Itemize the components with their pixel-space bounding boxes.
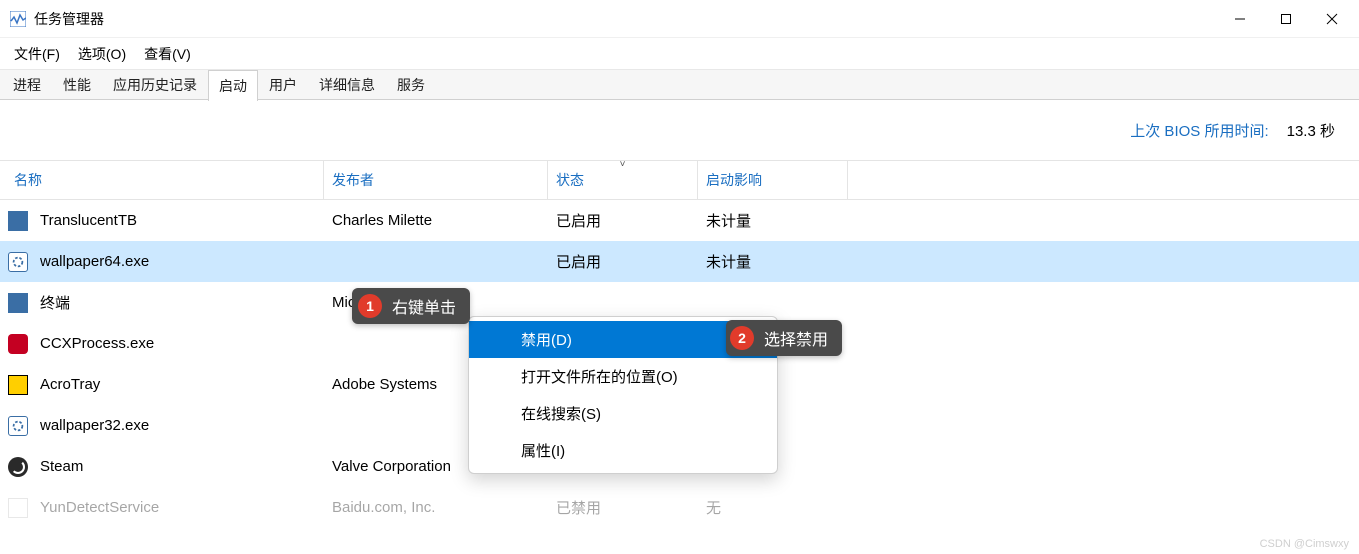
row-name: wallpaper32.exe bbox=[40, 417, 149, 434]
col-impact-label: 启动影响 bbox=[706, 170, 762, 190]
annotation-number: 2 bbox=[730, 326, 754, 350]
col-publisher-label: 发布者 bbox=[332, 170, 374, 190]
ctx-open-location[interactable]: 打开文件所在的位置(O) bbox=[469, 358, 777, 395]
col-name-label: 名称 bbox=[14, 170, 42, 190]
annotation-callout-2: 2 选择禁用 bbox=[726, 320, 842, 356]
row-impact: 无 bbox=[698, 497, 848, 518]
bios-time-row: 上次 BIOS 所用时间: 13.3 秒 bbox=[0, 100, 1359, 160]
tab-startup[interactable]: 启动 bbox=[208, 70, 258, 101]
row-name: 终端 bbox=[40, 292, 70, 313]
app-icon bbox=[8, 293, 28, 313]
annotation-label: 右键单击 bbox=[392, 294, 456, 318]
row-status: 已启用 bbox=[548, 210, 698, 231]
row-publisher: Charles Milette bbox=[324, 212, 548, 229]
tab-details[interactable]: 详细信息 bbox=[308, 69, 386, 100]
menubar: 文件(F) 选项(O) 查看(V) bbox=[0, 38, 1359, 70]
row-publisher: Baidu.com, Inc. bbox=[324, 499, 548, 516]
col-status[interactable]: ˅ 状态 bbox=[548, 161, 698, 199]
menu-file[interactable]: 文件(F) bbox=[6, 40, 68, 68]
app-icon bbox=[8, 211, 28, 231]
app-icon bbox=[8, 457, 28, 477]
row-name: Steam bbox=[40, 458, 83, 475]
row-status: 已禁用 bbox=[548, 497, 698, 518]
table-row[interactable]: TranslucentTB Charles Milette 已启用 未计量 bbox=[0, 200, 1359, 241]
annotation-label: 选择禁用 bbox=[764, 326, 828, 350]
close-button[interactable] bbox=[1309, 0, 1355, 38]
maximize-button[interactable] bbox=[1263, 0, 1309, 38]
watermark: CSDN @Cimswxy bbox=[1260, 538, 1349, 550]
app-icon bbox=[8, 416, 28, 436]
app-icon bbox=[8, 252, 28, 272]
col-status-label: 状态 bbox=[556, 170, 584, 190]
column-headers: 名称 发布者 ˅ 状态 启动影响 bbox=[0, 160, 1359, 200]
menu-view[interactable]: 查看(V) bbox=[136, 40, 199, 68]
ctx-search-online[interactable]: 在线搜索(S) bbox=[469, 395, 777, 432]
titlebar: 任务管理器 bbox=[0, 0, 1359, 38]
app-icon bbox=[8, 498, 28, 518]
row-status: 已启用 bbox=[548, 251, 698, 272]
row-name: TranslucentTB bbox=[40, 212, 137, 229]
table-row[interactable]: wallpaper64.exe 已启用 未计量 bbox=[0, 241, 1359, 282]
row-name: wallpaper64.exe bbox=[40, 253, 149, 270]
bios-time-label: 上次 BIOS 所用时间: bbox=[1130, 120, 1268, 141]
row-name: CCXProcess.exe bbox=[40, 335, 154, 352]
app-icon bbox=[8, 334, 28, 354]
tab-services[interactable]: 服务 bbox=[386, 69, 436, 100]
col-impact[interactable]: 启动影响 bbox=[698, 161, 848, 199]
tab-performance[interactable]: 性能 bbox=[52, 69, 102, 100]
row-name: YunDetectService bbox=[40, 499, 159, 516]
task-manager-icon bbox=[10, 11, 26, 27]
tab-processes[interactable]: 进程 bbox=[2, 69, 52, 100]
annotation-number: 1 bbox=[358, 294, 382, 318]
ctx-properties[interactable]: 属性(I) bbox=[469, 432, 777, 469]
tabbar: 进程 性能 应用历史记录 启动 用户 详细信息 服务 bbox=[0, 70, 1359, 100]
sort-caret-icon: ˅ bbox=[620, 159, 626, 170]
bios-time-value: 13.3 秒 bbox=[1287, 120, 1335, 141]
row-impact: 未计量 bbox=[698, 210, 848, 231]
tab-app-history[interactable]: 应用历史记录 bbox=[102, 69, 208, 100]
annotation-callout-1: 1 右键单击 bbox=[352, 288, 470, 324]
minimize-button[interactable] bbox=[1217, 0, 1263, 38]
app-icon bbox=[8, 375, 28, 395]
window-title: 任务管理器 bbox=[34, 9, 1217, 29]
col-publisher[interactable]: 发布者 bbox=[324, 161, 548, 199]
table-row[interactable]: YunDetectService Baidu.com, Inc. 已禁用 无 bbox=[0, 487, 1359, 528]
tab-users[interactable]: 用户 bbox=[258, 69, 308, 100]
menu-options[interactable]: 选项(O) bbox=[70, 40, 134, 68]
row-impact: 未计量 bbox=[698, 251, 848, 272]
col-name[interactable]: 名称 bbox=[0, 161, 324, 199]
row-name: AcroTray bbox=[40, 376, 100, 393]
